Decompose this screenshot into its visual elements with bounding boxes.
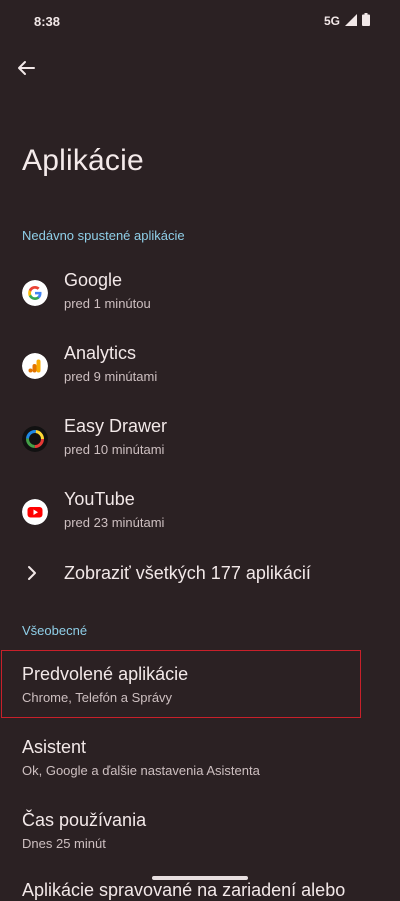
setting-title: Čas používania: [22, 810, 147, 830]
app-last-used: pred 9 minútami: [64, 369, 158, 384]
app-name: Easy Drawer: [64, 416, 168, 436]
network-type: 5G: [323, 14, 340, 28]
app-last-used: pred 23 minútami: [64, 515, 165, 530]
section-header-recent: Nedávno spustené aplikácie: [22, 228, 185, 243]
signal-icon: [345, 13, 357, 29]
setting-default-apps[interactable]: Predvolené aplikácie Chrome, Telefón a S…: [0, 652, 400, 718]
page-title: Aplikácie: [22, 144, 144, 177]
setting-subtitle: Ok, Google a ďalšie nastavenia Asistenta: [22, 763, 260, 778]
recent-app-google[interactable]: Google pred 1 minútou: [0, 264, 400, 326]
easy-drawer-icon: [22, 426, 48, 452]
section-header-general: Všeobecné: [22, 623, 88, 638]
chevron-right-icon: [24, 565, 40, 586]
show-all-apps-label: Zobraziť všetkých 177 aplikácií: [64, 563, 311, 583]
status-bar: 8:38 5G: [0, 0, 400, 40]
recent-app-easy-drawer[interactable]: Easy Drawer pred 10 minútami: [0, 410, 400, 472]
app-name: Analytics: [64, 343, 137, 363]
setting-subtitle: Chrome, Telefón a Správy: [22, 690, 173, 705]
google-icon: [22, 280, 48, 306]
status-time: 8:38: [34, 14, 61, 29]
battery-icon: [362, 13, 370, 29]
app-name: YouTube: [64, 489, 135, 509]
show-all-apps-button[interactable]: Zobraziť všetkých 177 aplikácií: [0, 556, 400, 592]
status-indicators: 5G: [324, 13, 370, 29]
app-name: Google: [64, 270, 123, 290]
setting-title: Predvolené aplikácie: [22, 664, 189, 684]
arrow-back-icon: [17, 59, 35, 82]
recent-app-analytics[interactable]: Analytics pred 9 minútami: [0, 337, 400, 399]
gesture-nav-handle[interactable]: [152, 876, 248, 880]
back-button[interactable]: [12, 56, 40, 84]
app-last-used: pred 1 minútou: [64, 296, 151, 311]
app-last-used: pred 10 minútami: [64, 442, 165, 457]
setting-screen-time[interactable]: Čas používania Dnes 25 minút: [0, 798, 400, 864]
recent-app-youtube[interactable]: YouTube pred 23 minútami: [0, 483, 400, 545]
setting-managed-apps-partial[interactable]: Aplikácie spravované na zariadení alebo: [22, 880, 345, 901]
setting-title: Asistent: [22, 737, 87, 757]
analytics-icon: [22, 353, 48, 379]
youtube-icon: [22, 499, 48, 525]
setting-subtitle: Dnes 25 minút: [22, 836, 106, 851]
setting-assistant[interactable]: Asistent Ok, Google a ďalšie nastavenia …: [0, 725, 400, 791]
